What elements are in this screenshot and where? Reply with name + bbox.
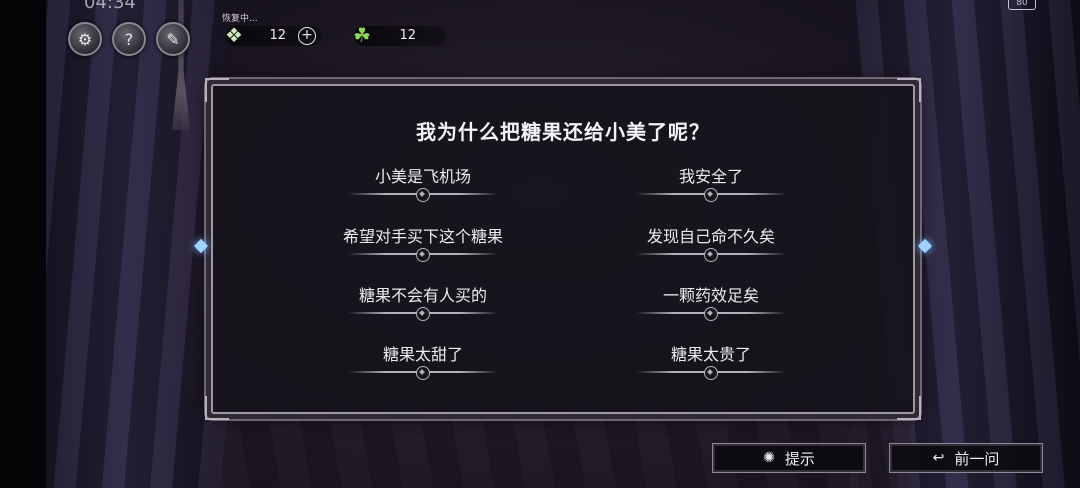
option-ornament [704,366,718,380]
question-text: 我为什么把糖果还给小美了呢？ [416,120,710,144]
option-label: 糖果不会有人买的 [358,286,487,305]
option-label: 我安全了 [678,167,743,186]
energy-value: 12 [269,28,286,43]
energy-counter: ❖ 12 + [225,25,322,46]
add-energy-button[interactable]: + [298,27,316,45]
battery-indicator: 80 [1008,0,1036,10]
option-ornament [704,248,718,262]
status-time: 04:34 [84,0,136,13]
previous-question-button[interactable]: ↩ 前一问 [889,443,1043,473]
panel-corner [897,396,921,420]
notes-button[interactable]: ✎ [156,22,190,56]
answer-option-3[interactable]: 希望对手买下这个糖果 [328,226,518,266]
hint-label: 提示 [784,449,815,468]
option-ornament [416,366,430,380]
option-ornament [416,307,430,321]
game-screen: 04:34 80 ⚙ ? ✎ 恢复中... ❖ 12 + ☘ 12 我为什么把糖… [0,0,1080,488]
answer-option-2[interactable]: 我安全了 [636,166,786,206]
answer-option-6[interactable]: 一颗药效足矣 [636,285,786,325]
answer-option-1[interactable]: 小美是飞机场 [348,166,498,206]
help-button[interactable]: ? [112,22,146,56]
energy-stack-icon: ❖ [225,23,243,47]
notebook-pen-icon: ✎ [166,29,180,49]
back-arrow-icon: ↩ [932,450,945,466]
clover-value: 12 [399,28,416,43]
gear-icon: ⚙ [77,29,93,49]
answer-option-5[interactable]: 糖果不会有人买的 [333,285,513,325]
option-label: 小美是飞机场 [374,167,471,186]
option-label: 糖果太甜了 [382,345,463,364]
option-label: 发现自己命不久矣 [646,227,775,246]
panel-corner [205,396,229,420]
option-ornament [416,188,430,202]
answer-option-7[interactable]: 糖果太甜了 [348,344,498,384]
answer-option-4[interactable]: 发现自己命不久矣 [621,226,801,266]
hint-button[interactable]: ✺ 提示 [712,443,866,473]
option-label: 一颗药效足矣 [662,286,759,305]
settings-button[interactable]: ⚙ [68,22,102,56]
previous-question-label: 前一问 [954,449,1000,468]
screen-edge [0,0,46,488]
option-ornament [416,248,430,262]
question-book-icon: ? [124,29,134,49]
lightbulb-icon: ✺ [763,450,775,466]
question-panel: 我为什么把糖果还给小美了呢？ 小美是飞机场 我安全了 希望对手买下这个糖果 发现… [193,78,933,420]
panel-corner [897,78,921,102]
option-label: 希望对手买下这个糖果 [342,227,503,246]
clover-counter: ☘ 12 [353,25,446,46]
option-ornament [704,307,718,321]
option-label: 糖果太贵了 [670,345,751,364]
panel-corner [205,78,229,102]
answer-option-8[interactable]: 糖果太贵了 [636,344,786,384]
option-ornament [704,188,718,202]
clover-icon: ☘ [353,23,371,47]
